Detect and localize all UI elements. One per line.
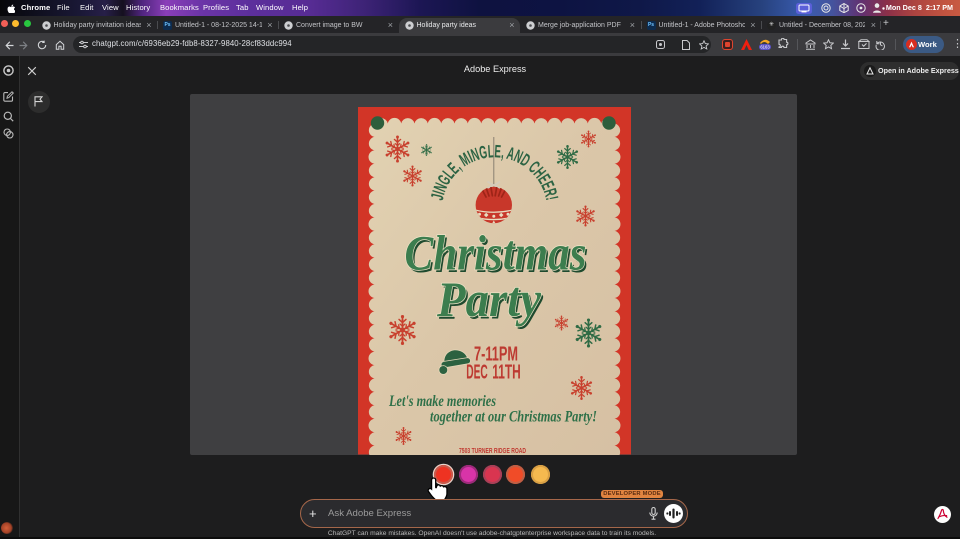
svg-text:Let's make memories: Let's make memories xyxy=(388,393,496,410)
svg-text:together at our Christmas Part: together at our Christmas Party! xyxy=(430,409,597,426)
svg-text:6163: 6163 xyxy=(760,44,770,49)
svg-text:DEC: DEC xyxy=(466,362,488,384)
svg-text:7503 TURNER RIDGE ROAD: 7503 TURNER RIDGE ROAD xyxy=(459,446,526,455)
svg-text:11TH: 11TH xyxy=(492,362,521,384)
svg-text:Party: Party xyxy=(436,271,542,327)
